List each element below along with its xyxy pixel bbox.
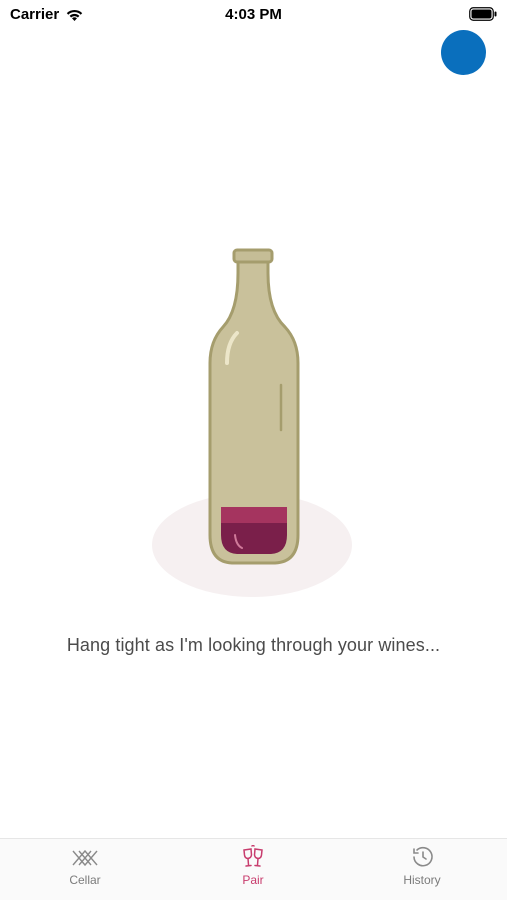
tab-cellar[interactable]: Cellar	[25, 845, 145, 887]
history-icon	[413, 846, 433, 867]
avatar[interactable]	[441, 30, 486, 75]
battery-icon	[469, 7, 497, 25]
tab-history-label: History	[403, 873, 441, 887]
loading-message: Hang tight as I'm looking through your w…	[66, 635, 441, 655]
glasses-icon	[243, 845, 263, 867]
cellar-icon	[72, 849, 98, 867]
clock: 4:03 PM	[225, 6, 282, 23]
wine-bottle-illustration	[150, 245, 355, 605]
status-bar: Carrier 4:03 PM	[0, 0, 507, 30]
tab-history[interactable]: History	[362, 845, 482, 887]
tab-pair-label: Pair	[242, 873, 264, 887]
tab-pair[interactable]: Pair	[193, 845, 313, 887]
loading-screen: Carrier 4:03 PM Hang tight as I'm lookin…	[0, 0, 507, 900]
tab-bar: Cellar Pair History	[0, 838, 507, 900]
tab-cellar-label: Cellar	[69, 873, 101, 887]
